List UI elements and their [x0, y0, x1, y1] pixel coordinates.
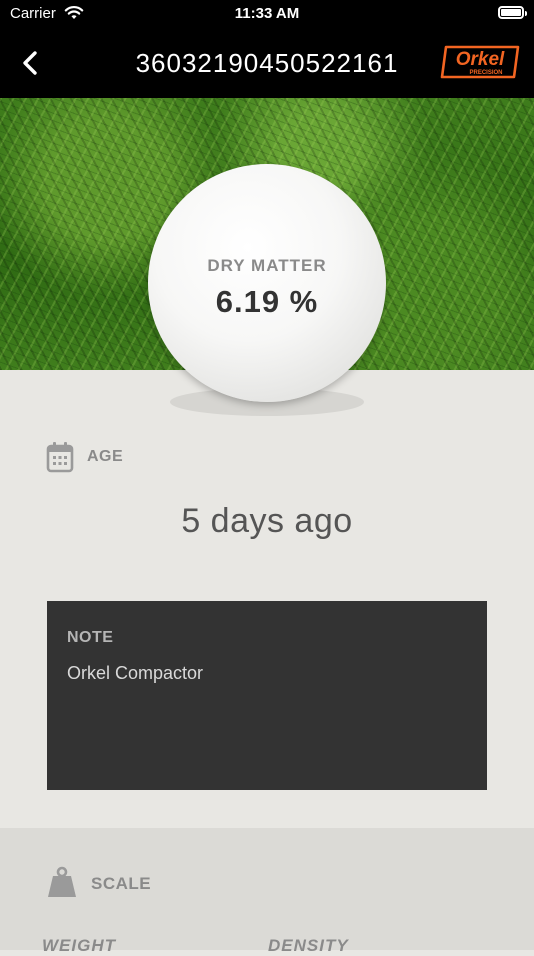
battery-icon	[498, 6, 527, 19]
age-label: AGE	[87, 448, 124, 465]
density-column-header: DENSITY	[268, 936, 349, 955]
weight-column-header: WEIGHT	[42, 936, 116, 955]
scale-section: SCALE WEIGHT DENSITY	[0, 828, 534, 955]
logo-text: Orkel	[456, 49, 505, 70]
scale-label: SCALE	[91, 874, 152, 893]
navigation-bar: 36032190450522161 Orkel PRECISION	[0, 28, 534, 98]
clock: 11:33 AM	[234, 5, 300, 22]
logo-subtext: PRECISION	[469, 70, 502, 76]
note-title: NOTE	[67, 629, 114, 646]
dry-matter-label: DRY MATTER	[207, 256, 327, 275]
weight-icon	[48, 866, 76, 897]
status-bar: Carrier 11:33 AM	[0, 0, 534, 28]
note-card: NOTE Orkel Compactor	[47, 601, 487, 790]
dry-matter-ball: DRY MATTER 6.19 %	[148, 164, 386, 402]
dry-matter-value: 6.19 %	[215, 284, 319, 319]
orkel-logo: Orkel PRECISION	[440, 45, 520, 79]
calendar-icon	[46, 442, 74, 473]
note-text: Orkel Compactor	[67, 663, 204, 683]
age-value: 5 days ago	[181, 502, 353, 540]
